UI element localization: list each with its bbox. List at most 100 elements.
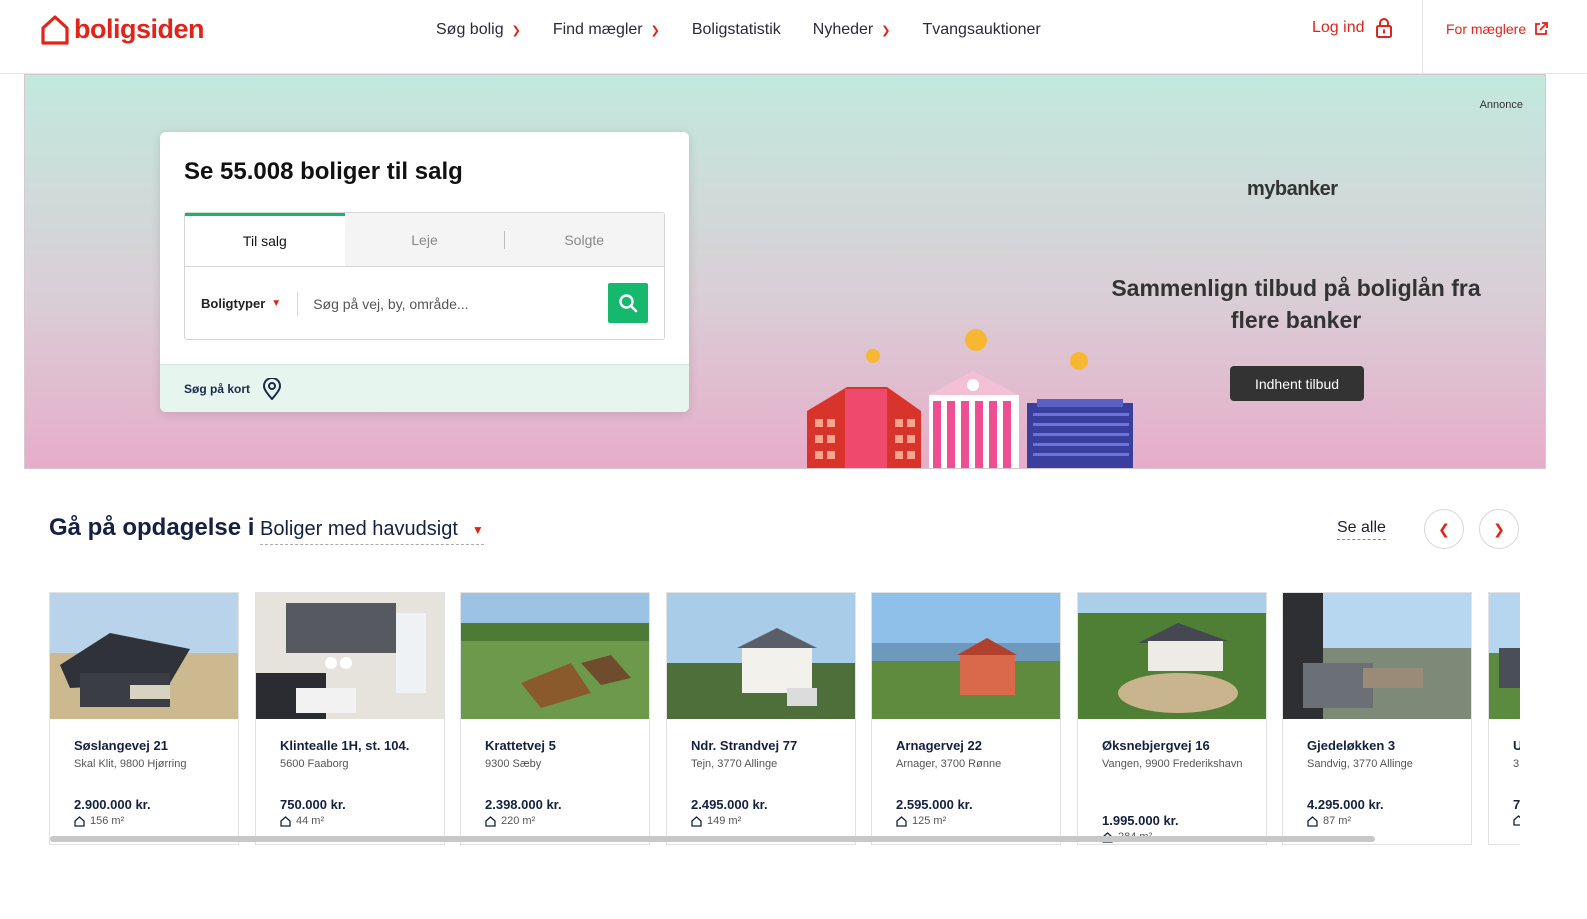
nav-item-find-broker[interactable]: Find mægler ❯ [553, 19, 660, 41]
listing-area: 87 m² [1307, 815, 1351, 827]
listing-address: Søslangevej 21 [74, 738, 168, 753]
listing-card[interactable]: Øksnebjergvej 16 Vangen, 9900 Frederiksh… [1077, 592, 1267, 845]
listing-card[interactable]: Krattetvej 5 9300 Sæby 2.398.000 kr. 220… [460, 592, 650, 845]
listing-card[interactable]: Ndr. Strandvej 77 Tejn, 3770 Allinge 2.4… [666, 592, 856, 845]
nav-item-label: Find mægler [552, 21, 643, 38]
login-label: Log ind [1312, 19, 1365, 36]
search-row: Boligtyper ▼ [185, 267, 664, 340]
carousel-prev-button[interactable]: ❮ [1424, 509, 1464, 549]
listing-city: Sandvig, 3770 Allinge [1307, 758, 1413, 770]
carousel-scrollbar[interactable] [50, 836, 1375, 842]
house-icon [485, 815, 496, 827]
listing-address: Øksnebjergvej 16 [1102, 738, 1210, 753]
search-tabs: Til salg Leje Solgte [185, 213, 664, 267]
listing-address: Gjedeløkken 3 [1307, 738, 1396, 753]
listing-price: 1.995.000 kr. [1102, 813, 1179, 828]
listing-card[interactable]: Klintealle 1H, st. 104. 5600 Faaborg 750… [255, 592, 445, 845]
listing-area [1513, 815, 1520, 826]
category-dropdown[interactable]: Boliger med havudsigt ▼ [260, 518, 484, 545]
listing-city: Skal Klit, 9800 Hjørring [74, 758, 187, 770]
nav-item-statistics[interactable]: Boligstatistik [692, 19, 781, 41]
house-icon [691, 815, 702, 827]
search-title: Se 55.008 boliger til salg [184, 158, 463, 185]
ad-buildings-illustration [807, 329, 1133, 468]
discovery-title: Gå på opdagelse i [49, 514, 255, 541]
header-divider [1422, 0, 1423, 74]
listing-area-value: 87 m² [1323, 815, 1352, 827]
hero-banner: Annonce Se 55.008 boliger til salg Til s… [24, 74, 1546, 469]
listing-area: 125 m² [896, 815, 946, 827]
house-icon [74, 815, 85, 827]
search-icon [619, 294, 638, 313]
nav-item-label: Nyheder [812, 21, 874, 38]
chevron-down-icon: ❯ [511, 24, 521, 37]
listing-city: 9300 Sæby [485, 758, 542, 770]
listing-price: 750.000 kr. [280, 797, 346, 812]
for-brokers-label: For mæglere [1446, 21, 1527, 37]
listing-price: 2.595.000 kr. [896, 797, 973, 812]
for-brokers-link[interactable]: For mæglere [1446, 21, 1549, 37]
listing-city: 3 [1513, 758, 1520, 770]
house-icon [1513, 815, 1520, 826]
nav-item-auctions[interactable]: Tvangsauktioner [922, 19, 1040, 41]
nav-item-label: Boligstatistik [691, 21, 781, 38]
listing-area: 220 m² [485, 815, 535, 827]
listing-card[interactable]: Gjedeløkken 3 Sandvig, 3770 Allinge 4.29… [1282, 592, 1472, 845]
map-label: Søg på kort [184, 381, 251, 396]
house-icon [280, 815, 291, 827]
tab-sold-label: Solgte [564, 231, 605, 248]
search-on-map[interactable]: Søg på kort [160, 364, 689, 412]
see-all-link[interactable]: Se alle [1337, 519, 1386, 540]
listing-address: U [1513, 738, 1520, 753]
listing-address: Krattetvej 5 [485, 738, 556, 753]
tab-for-sale[interactable]: Til salg [185, 213, 345, 266]
ad-headline: Sammenlign tilbud på boliglån fra flere … [1111, 275, 1481, 333]
category-label: Boliger med havudsigt [260, 518, 458, 540]
house-icon [1307, 815, 1318, 827]
listing-city: Vangen, 9900 Frederikshavn [1102, 758, 1243, 770]
listing-area-value: 149 m² [707, 815, 742, 827]
listing-photo [872, 593, 1060, 719]
lock-icon [1375, 18, 1392, 38]
logo[interactable]: boligsiden [41, 14, 205, 45]
property-types-label: Boligtyper [201, 296, 266, 311]
listing-card[interactable]: Søslangevej 21 Skal Klit, 9800 Hjørring … [49, 592, 239, 845]
listing-photo [461, 593, 649, 719]
listing-photo [1283, 593, 1471, 719]
logo-text: boligsiden [74, 14, 205, 44]
carousel-next-button[interactable]: ❯ [1479, 509, 1519, 549]
ad-label: Annonce [1479, 99, 1523, 111]
listing-card[interactable]: Arnagervej 22 Arnager, 3700 Rønne 2.595.… [871, 592, 1061, 845]
nav-item-search[interactable]: Søg bolig ❯ [436, 19, 521, 41]
nav-item-news[interactable]: Nyheder ❯ [813, 19, 891, 41]
chevron-down-icon: ❯ [650, 24, 660, 37]
main-nav: Søg bolig ❯ Find mægler ❯ Boligstatistik… [436, 19, 1073, 41]
ad-brand: mybanker [1247, 178, 1338, 200]
tab-rent[interactable]: Leje [345, 213, 505, 266]
listing-area-value: 44 m² [296, 815, 325, 827]
listing-photo [667, 593, 855, 719]
tab-sold[interactable]: Solgte [504, 213, 664, 266]
login-button[interactable]: Log ind [1312, 18, 1393, 38]
site-header: boligsiden Søg bolig ❯ Find mægler ❯ Bol… [0, 0, 1587, 74]
listing-photo [1489, 593, 1520, 719]
search-input[interactable] [313, 295, 599, 312]
chevron-left-icon: ❮ [1438, 520, 1450, 537]
listing-card[interactable]: U 3 7 [1488, 592, 1520, 845]
listing-price: 2.495.000 kr. [691, 797, 768, 812]
chevron-right-icon: ❯ [1493, 520, 1505, 537]
listing-price: 4.295.000 kr. [1307, 797, 1384, 812]
ad-cta-button[interactable]: Indhent tilbud [1230, 366, 1364, 401]
listing-area: 156 m² [74, 815, 124, 827]
listing-photo [1078, 593, 1266, 719]
listing-area: 149 m² [691, 815, 741, 827]
listing-carousel: Søslangevej 21 Skal Klit, 9800 Hjørring … [49, 592, 1520, 846]
listing-address: Arnagervej 22 [896, 738, 982, 753]
search-button[interactable] [608, 283, 648, 323]
property-types-dropdown[interactable]: Boligtyper ▼ [201, 296, 281, 311]
chevron-down-icon: ▼ [471, 522, 484, 537]
listing-price: 7 [1513, 797, 1520, 812]
listing-photo [50, 593, 238, 719]
listing-city: 5600 Faaborg [280, 758, 349, 770]
listing-area-value: 125 m² [912, 815, 947, 827]
